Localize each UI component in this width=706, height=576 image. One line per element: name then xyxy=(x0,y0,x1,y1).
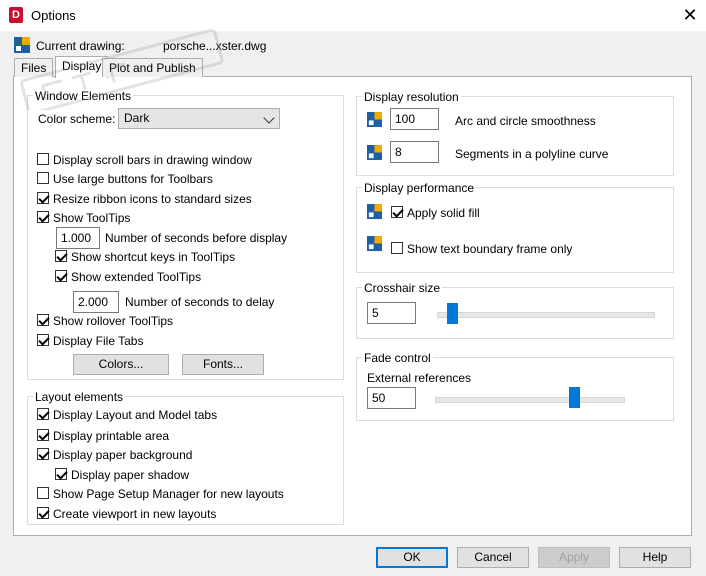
page-setup-manager-label: Show Page Setup Manager for new layouts xyxy=(53,487,284,501)
display-performance-group xyxy=(356,187,674,273)
delay-seconds-input[interactable]: 2.000 xyxy=(73,291,119,313)
ok-button[interactable]: OK xyxy=(376,547,448,568)
window-title: Options xyxy=(31,8,76,23)
display-performance-title: Display performance xyxy=(362,181,477,195)
file-tabs-checkbox[interactable] xyxy=(37,334,49,346)
help-button[interactable]: Help xyxy=(619,547,691,568)
printable-area-checkbox[interactable] xyxy=(37,429,49,441)
large-buttons-checkbox[interactable] xyxy=(37,172,49,184)
crosshair-slider-thumb[interactable] xyxy=(447,303,459,324)
paper-shadow-label: Display paper shadow xyxy=(71,468,190,482)
crosshair-slider-track[interactable] xyxy=(437,312,655,318)
drawing-setting-icon xyxy=(367,145,382,160)
tab-plot-and-publish[interactable]: Plot and Publish xyxy=(102,58,203,77)
display-resolution-title: Display resolution xyxy=(362,90,461,104)
rollover-tooltips-checkbox[interactable] xyxy=(37,314,49,326)
delay-seconds-label: Number of seconds to delay xyxy=(125,295,275,309)
resize-ribbon-checkbox[interactable] xyxy=(37,192,49,204)
scroll-bars-checkbox[interactable] xyxy=(37,153,49,165)
fonts-button[interactable]: Fonts... xyxy=(182,354,264,375)
current-drawing-value: porsche...xster.dwg xyxy=(163,39,267,53)
apply-button[interactable]: Apply xyxy=(538,547,610,568)
printable-area-label: Display printable area xyxy=(53,429,170,443)
crosshair-size-title: Crosshair size xyxy=(362,281,443,295)
drawing-setting-icon xyxy=(367,236,382,251)
drawing-file-icon xyxy=(14,37,30,53)
crosshair-size-input[interactable]: 5 xyxy=(367,302,416,324)
color-scheme-value: Dark xyxy=(124,111,150,125)
drawing-setting-icon xyxy=(367,204,382,219)
paper-background-label: Display paper background xyxy=(53,448,193,462)
create-viewport-label: Create viewport in new layouts xyxy=(53,507,217,521)
fade-slider-thumb[interactable] xyxy=(569,387,581,408)
fade-slider-track[interactable] xyxy=(435,397,625,403)
tooltip-seconds-label: Number of seconds before display xyxy=(105,231,288,245)
arc-smoothness-label: Arc and circle smoothness xyxy=(455,114,596,128)
app-logo-icon: D xyxy=(9,7,23,23)
extended-tooltips-checkbox[interactable] xyxy=(55,270,67,282)
title-bar xyxy=(0,0,706,31)
create-viewport-checkbox[interactable] xyxy=(37,507,49,519)
large-buttons-label: Use large buttons for Toolbars xyxy=(53,172,213,186)
shortcut-keys-label: Show shortcut keys in ToolTips xyxy=(71,250,236,264)
show-tooltips-label: Show ToolTips xyxy=(53,211,131,225)
tooltip-seconds-input[interactable]: 1.000 xyxy=(56,227,100,249)
page-setup-manager-checkbox[interactable] xyxy=(37,487,49,499)
resize-ribbon-label: Resize ribbon icons to standard sizes xyxy=(53,192,252,206)
text-boundary-label: Show text boundary frame only xyxy=(407,242,573,256)
layout-model-tabs-checkbox[interactable] xyxy=(37,408,49,420)
current-drawing-label: Current drawing: xyxy=(36,39,125,53)
polyline-segments-input[interactable]: 8 xyxy=(390,141,439,163)
solid-fill-checkbox[interactable] xyxy=(391,206,403,218)
paper-shadow-checkbox[interactable] xyxy=(55,468,67,480)
external-references-label: External references xyxy=(367,371,472,385)
rollover-tooltips-label: Show rollover ToolTips xyxy=(53,314,174,328)
scroll-bars-label: Display scroll bars in drawing window xyxy=(53,153,252,167)
shortcut-keys-checkbox[interactable] xyxy=(55,250,67,262)
drawing-setting-icon xyxy=(367,112,382,127)
text-boundary-checkbox[interactable] xyxy=(391,242,403,254)
file-tabs-label: Display File Tabs xyxy=(53,334,144,348)
color-scheme-select[interactable]: Dark xyxy=(118,108,280,129)
layout-model-tabs-label: Display Layout and Model tabs xyxy=(53,408,218,422)
extended-tooltips-label: Show extended ToolTips xyxy=(71,270,202,284)
tab-display[interactable]: Display xyxy=(55,56,109,78)
colors-button[interactable]: Colors... xyxy=(73,354,169,375)
polyline-segments-label: Segments in a polyline curve xyxy=(455,147,609,161)
paper-background-checkbox[interactable] xyxy=(37,448,49,460)
window-elements-title: Window Elements xyxy=(33,89,134,103)
layout-elements-title: Layout elements xyxy=(33,390,126,404)
show-tooltips-checkbox[interactable] xyxy=(37,211,49,223)
external-references-input[interactable]: 50 xyxy=(367,387,416,409)
tab-files[interactable]: Files xyxy=(14,58,54,77)
arc-smoothness-input[interactable]: 100 xyxy=(390,108,439,130)
solid-fill-label: Apply solid fill xyxy=(407,206,480,220)
chevron-down-icon xyxy=(263,112,275,124)
close-icon[interactable]: ✕ xyxy=(680,5,700,25)
color-scheme-label: Color scheme: xyxy=(38,112,116,126)
cancel-button[interactable]: Cancel xyxy=(457,547,529,568)
fade-control-title: Fade control xyxy=(362,351,433,365)
